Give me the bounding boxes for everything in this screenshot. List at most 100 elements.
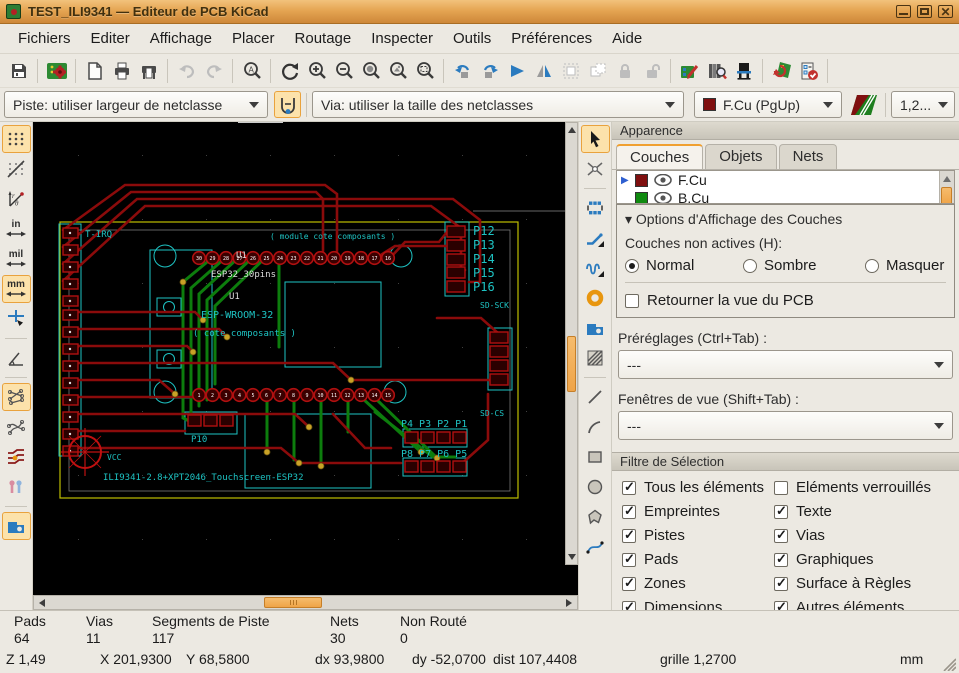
units-mils-button[interactable]: mil xyxy=(2,245,31,273)
flip-board-checkbox[interactable]: Retourner la vue du PCB xyxy=(625,292,946,309)
checkbox-icon[interactable] xyxy=(774,481,788,495)
checkbox-icon[interactable] xyxy=(622,505,636,519)
maximize-button[interactable] xyxy=(917,5,932,18)
resize-grip[interactable] xyxy=(940,655,956,671)
checkbox-icon[interactable] xyxy=(622,481,636,495)
zoom-objects-button[interactable] xyxy=(384,57,411,84)
filter-zones[interactable]: Zones xyxy=(622,575,772,592)
horizontal-scroll-thumb[interactable] xyxy=(264,597,322,608)
rotate-cw-button[interactable] xyxy=(476,57,503,84)
close-button[interactable]: ✕ xyxy=(938,5,953,18)
filter-graphiques[interactable]: Graphiques xyxy=(774,551,959,568)
menu-preferences[interactable]: Préférences xyxy=(501,26,602,51)
checkbox-icon[interactable] xyxy=(774,553,788,567)
filter-autres-elements[interactable]: Autres éléments xyxy=(774,599,959,610)
layer-row-fcu[interactable]: ▶ F.Cu xyxy=(617,171,954,189)
add-via-button[interactable] xyxy=(581,284,610,312)
polar-coordinates-button[interactable]: rθ xyxy=(2,185,31,213)
units-inches-button[interactable]: in xyxy=(2,215,31,243)
checkbox-icon[interactable] xyxy=(622,577,636,591)
save-button[interactable] xyxy=(5,57,32,84)
select-tool-button[interactable] xyxy=(581,125,610,153)
ungroup-button[interactable] xyxy=(584,57,611,84)
via-size-dropdown[interactable]: Via: utiliser la taille des netclasses xyxy=(312,91,684,118)
vertical-scroll-thumb[interactable] xyxy=(567,336,576,392)
filter-pistes[interactable]: Pistes xyxy=(622,527,772,544)
filter-empreintes[interactable]: Empreintes xyxy=(622,503,772,520)
filter-pads[interactable]: Pads xyxy=(622,551,772,568)
layer-scroll-thumb[interactable] xyxy=(941,187,952,204)
tune-length-button[interactable] xyxy=(581,254,610,282)
group-button[interactable] xyxy=(557,57,584,84)
menu-fichiers[interactable]: Fichiers xyxy=(8,26,81,51)
filter-tous-les-elements[interactable]: Tous les éléments xyxy=(622,479,772,496)
vertical-scrollbar[interactable] xyxy=(565,122,578,565)
pad-display-mode-button[interactable] xyxy=(2,473,31,501)
flip-horizontal-button[interactable] xyxy=(503,57,530,84)
options-header[interactable]: ▾ Options d'Affichage des Couches xyxy=(625,211,946,228)
track-width-dropdown[interactable]: Piste: utiliser largeur de netclasse xyxy=(4,91,268,118)
pcb-canvas[interactable]: 3029 2827 2625 2423 2221 2019 1817 16 xyxy=(33,122,565,580)
3d-viewer-button[interactable] xyxy=(730,57,757,84)
route-tracks-button[interactable] xyxy=(581,224,610,252)
layer-color-swatch[interactable] xyxy=(635,192,648,205)
filter-surface-a-regles[interactable]: Surface à Règles xyxy=(774,575,959,592)
draw-circle-button[interactable] xyxy=(581,473,610,501)
filter-dimensions[interactable]: Dimensions xyxy=(622,599,772,610)
place-footprint-button[interactable] xyxy=(581,194,610,222)
scroll-right-icon[interactable] xyxy=(566,599,572,607)
presets-dropdown[interactable]: --- xyxy=(618,350,953,379)
auto-track-width-button[interactable] xyxy=(274,91,301,118)
update-pcb-button[interactable] xyxy=(768,57,795,84)
checkbox-icon[interactable] xyxy=(774,577,788,591)
active-layer-dropdown[interactable]: F.Cu (PgUp) xyxy=(694,91,842,118)
filter-elements-verrouilles[interactable]: Eléments verrouillés xyxy=(774,479,959,496)
units-mm-button[interactable]: mm xyxy=(2,275,31,303)
radio-icon[interactable] xyxy=(625,259,639,273)
plot-button[interactable] xyxy=(135,57,162,84)
menu-editer[interactable]: Editer xyxy=(81,26,140,51)
filter-texte[interactable]: Texte xyxy=(774,503,959,520)
checkbox-icon[interactable] xyxy=(622,529,636,543)
flip-vertical-button[interactable] xyxy=(530,57,557,84)
library-browser-button[interactable] xyxy=(703,57,730,84)
drc-button[interactable] xyxy=(795,57,822,84)
scroll-left-icon[interactable] xyxy=(39,599,45,607)
draw-arc-button[interactable] xyxy=(581,413,610,441)
checkbox-icon[interactable] xyxy=(774,505,788,519)
layer-color-swatch[interactable] xyxy=(635,174,648,187)
scroll-up-icon[interactable] xyxy=(943,176,951,182)
undo-button[interactable] xyxy=(173,57,200,84)
draw-bezier-button[interactable] xyxy=(581,533,610,561)
highlight-net-button[interactable] xyxy=(581,155,610,183)
radio-sombre[interactable]: Sombre xyxy=(743,257,865,274)
scroll-up-icon[interactable] xyxy=(568,127,576,133)
page-settings-button[interactable] xyxy=(81,57,108,84)
free-angle-mode-button[interactable] xyxy=(2,344,31,372)
minimize-button[interactable] xyxy=(896,5,911,18)
horizontal-scrollbar[interactable] xyxy=(33,595,578,610)
radio-icon[interactable] xyxy=(865,259,879,273)
outline-display-mode-button[interactable] xyxy=(2,512,31,540)
tab-objets[interactable]: Objets xyxy=(705,144,776,169)
curved-ratsnest-button[interactable] xyxy=(2,413,31,441)
menu-placer[interactable]: Placer xyxy=(222,26,285,51)
draw-rectangle-button[interactable] xyxy=(581,443,610,471)
grid-override-button[interactable] xyxy=(2,155,31,183)
grid-visibility-button[interactable] xyxy=(2,125,31,153)
checkbox-icon[interactable] xyxy=(625,294,639,308)
unlock-button[interactable] xyxy=(638,57,665,84)
show-ratsnest-button[interactable] xyxy=(2,383,31,411)
scroll-down-icon[interactable] xyxy=(568,554,576,560)
menu-affichage[interactable]: Affichage xyxy=(140,26,222,51)
add-keepout-button[interactable] xyxy=(581,344,610,372)
find-button[interactable]: A xyxy=(238,57,265,84)
zoom-in-button[interactable] xyxy=(303,57,330,84)
grid-select-dropdown[interactable]: 1,2... xyxy=(891,91,955,118)
layer-pair-button[interactable] xyxy=(848,91,880,118)
track-display-mode-button[interactable] xyxy=(2,443,31,471)
checkbox-icon[interactable] xyxy=(774,529,788,543)
zoom-selection-button[interactable] xyxy=(411,57,438,84)
rotate-ccw-button[interactable] xyxy=(449,57,476,84)
draw-polygon-button[interactable] xyxy=(581,503,610,531)
